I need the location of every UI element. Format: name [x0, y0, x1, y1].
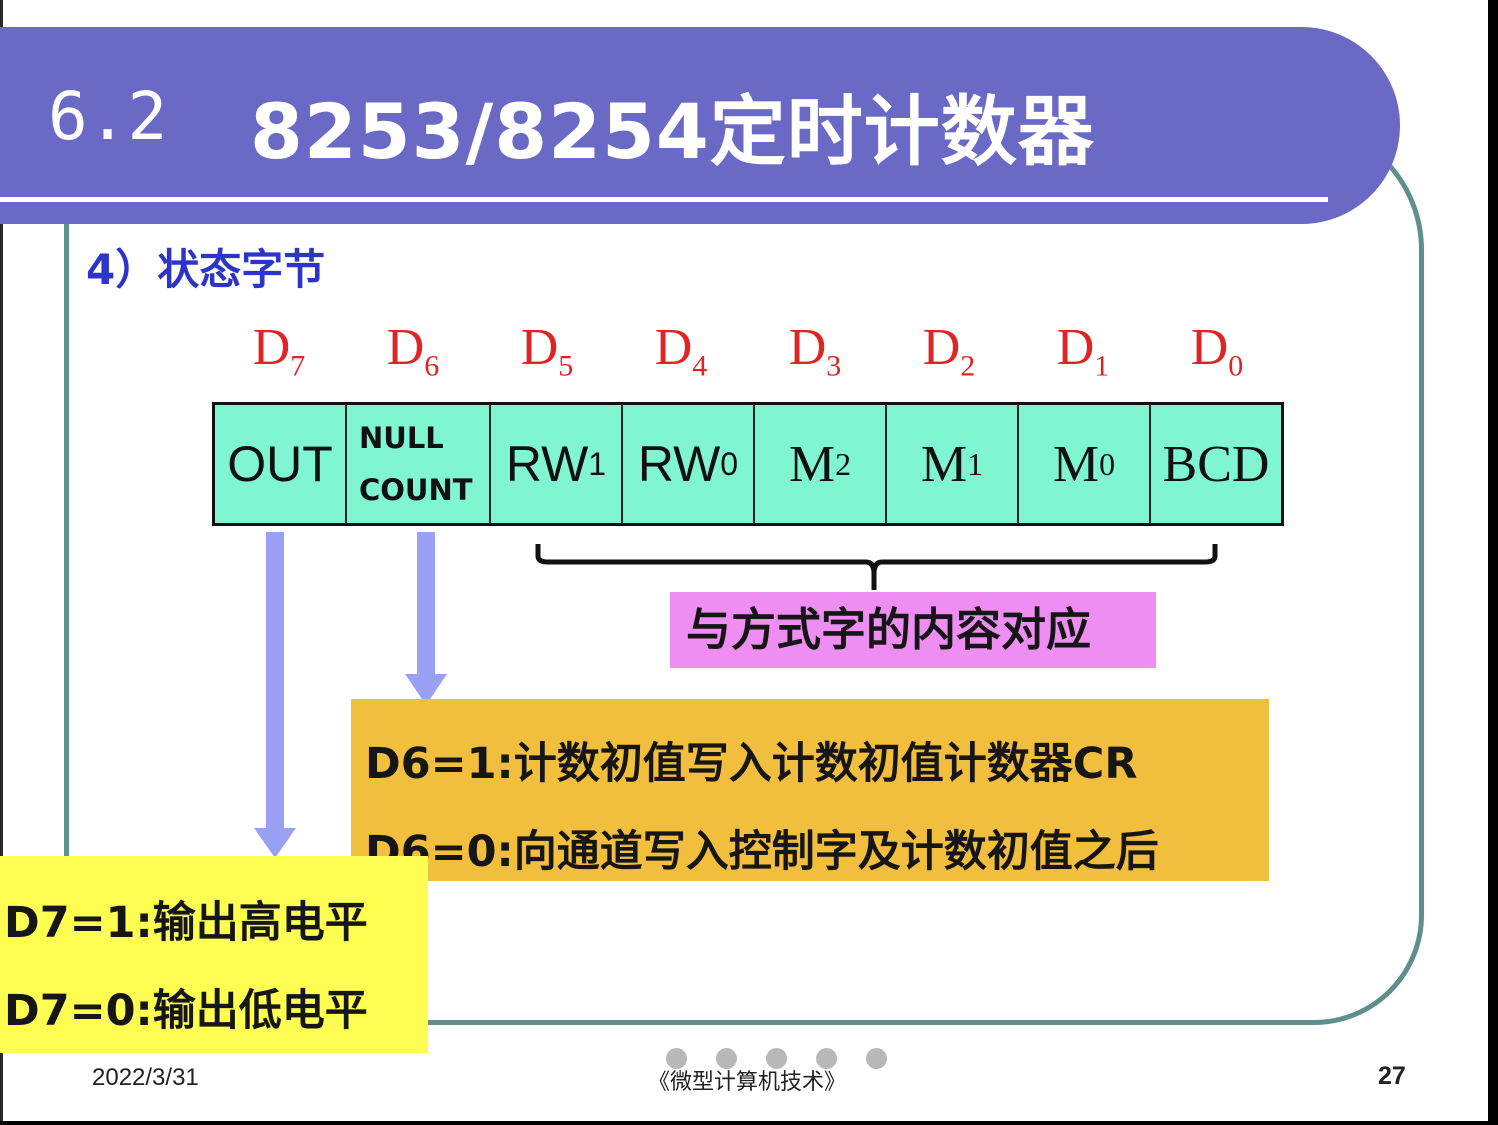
brace-icon	[535, 544, 1218, 590]
d6-equals-0-text: D6=0:向通道写入控制字及计数初值之后	[365, 827, 1159, 877]
out-note: D7=1:输出高电平 D7=0:输出低电平	[0, 856, 428, 1053]
pager-dot[interactable]	[866, 1048, 887, 1069]
d7-equals-1-text: D7=1:输出高电平	[4, 898, 368, 948]
right-edge	[1488, 0, 1498, 1125]
d6-equals-1-text: D6=1:计数初值写入计数初值计数器CR	[365, 739, 1138, 789]
pager-dot[interactable]	[816, 1048, 837, 1069]
pager-dot[interactable]	[716, 1048, 737, 1069]
d7-arrow	[254, 532, 296, 858]
pager-dot[interactable]	[666, 1048, 687, 1069]
d6-arrow	[405, 532, 447, 705]
footer-date: 2022/3/31	[92, 1064, 199, 1091]
mode-word-note: 与方式字的内容对应	[670, 592, 1156, 668]
pager-dot[interactable]	[766, 1048, 787, 1069]
null-count-note: D6=1:计数初值写入计数初值计数器CR D6=0:向通道写入控制字及计数初值之…	[351, 699, 1269, 881]
d7-equals-0-text: D7=0:输出低电平	[4, 986, 368, 1036]
page-number: 27	[1378, 1062, 1406, 1090]
bottom-edge	[0, 1121, 1498, 1125]
